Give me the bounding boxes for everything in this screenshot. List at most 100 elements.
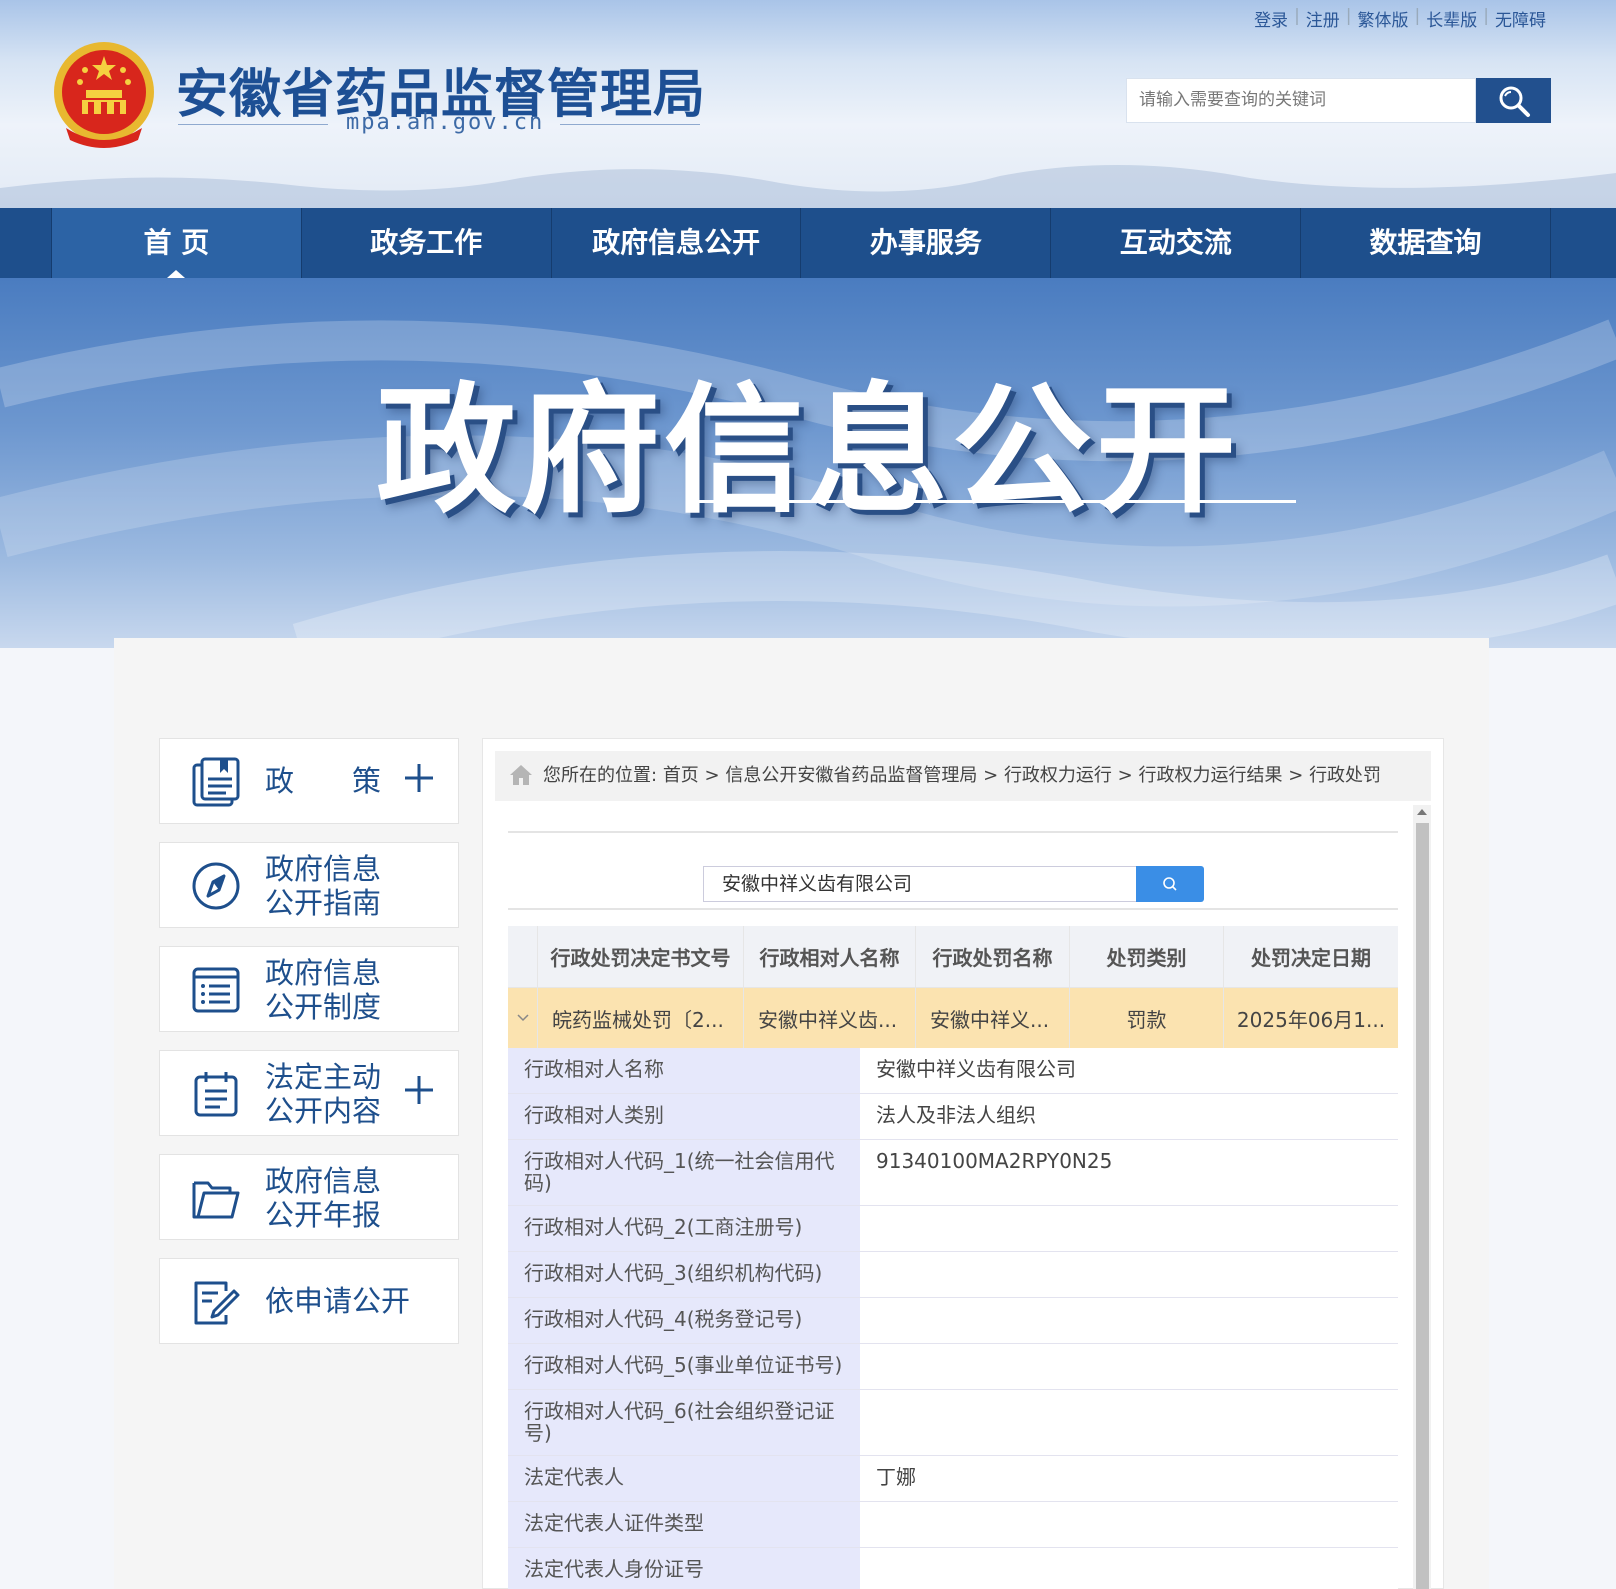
detail-value [860, 1502, 1398, 1547]
chevron-down-icon [516, 1014, 529, 1022]
divider [508, 831, 1398, 833]
detail-value [860, 1206, 1398, 1251]
search-input[interactable]: 请输入需要查询的关键词 [1126, 78, 1476, 123]
penalty-table: 行政处罚决定书文号 行政相对人名称 行政处罚名称 处罚类别 处罚决定日期 皖药监… [508, 926, 1398, 1048]
breadcrumb-item-home[interactable]: 首页 [663, 765, 699, 786]
nav-information-disclosure[interactable]: 政府信息公开 [552, 208, 802, 278]
search-button[interactable] [1476, 78, 1551, 123]
banner-title: 政府信息公开 [375, 370, 1240, 533]
breadcrumb-separator: > [983, 765, 999, 786]
cell-doc-number: 皖药监械处罚〔2... [538, 988, 744, 1048]
breadcrumb-item-power-results[interactable]: 行政权力运行结果 [1139, 765, 1283, 786]
detail-label: 行政相对人代码_2(工商注册号) [508, 1206, 860, 1251]
calendar-icon [194, 1072, 238, 1117]
sidebar-label-policy: 政 策 [265, 764, 382, 798]
breadcrumb-item-penalty[interactable]: 行政处罚 [1309, 765, 1381, 786]
breadcrumb-separator: > [704, 765, 720, 786]
sidebar-item-policy[interactable]: 政 策 [159, 738, 459, 824]
sidebar-label-system: 政府信息 公开制度 [265, 956, 382, 1024]
detail-row: 行政相对人类别 法人及非法人组织 [508, 1094, 1398, 1140]
sidebar-item-system[interactable]: 政府信息 公开制度 [159, 946, 459, 1032]
detail-value [860, 1252, 1398, 1297]
detail-value: 丁娜 [860, 1456, 1398, 1501]
sidebar-item-active-disclosure[interactable]: 法定主动 公开内容 [159, 1050, 459, 1136]
banner-underline [688, 500, 1296, 503]
detail-value [860, 1390, 1398, 1455]
edit-icon [194, 1281, 240, 1325]
detail-label: 行政相对人代码_3(组织机构代码) [508, 1252, 860, 1297]
nav-government-affairs[interactable]: 政务工作 [302, 208, 552, 278]
nav-home[interactable]: 首 页 [52, 208, 302, 278]
detail-label: 法定代表人证件类型 [508, 1502, 860, 1547]
domain-divider-left [178, 124, 328, 125]
detail-row: 行政相对人代码_1(统一社会信用代码) 91340100MA2RPY0N25 [508, 1140, 1398, 1206]
breadcrumb-separator: > [1288, 765, 1304, 786]
domain-divider-right [560, 124, 700, 125]
login-link[interactable]: 登录 [1248, 6, 1294, 31]
banner: 政府信息公开 [0, 278, 1616, 648]
nav-services[interactable]: 办事服务 [801, 208, 1052, 278]
detail-row: 法定代表人证件类型 [508, 1502, 1398, 1548]
detail-label: 行政相对人类别 [508, 1094, 860, 1139]
company-search-button[interactable] [1136, 866, 1204, 902]
home-icon [510, 765, 532, 785]
expand-column-header [508, 926, 538, 987]
site-domain: mpa.ah.gov.cn [346, 110, 545, 135]
detail-label: 行政相对人代码_4(税务登记号) [508, 1298, 860, 1343]
sidebar-label-active-disclosure: 法定主动 公开内容 [265, 1060, 382, 1128]
table-row[interactable]: 皖药监械处罚〔2... 安徽中祥义齿... 安徽中祥义... 罚款 2025年0… [508, 988, 1398, 1048]
plus-icon[interactable] [402, 1073, 436, 1107]
detail-row: 行政相对人代码_3(组织机构代码) [508, 1252, 1398, 1298]
breadcrumb: 您所在的位置: 首页 > 信息公开安徽省药品监督管理局 > 行政权力运行 > 行… [495, 751, 1431, 801]
detail-row: 行政相对人代码_4(税务登记号) [508, 1298, 1398, 1344]
sidebar-item-application[interactable]: 依申请公开 [159, 1258, 459, 1344]
main-nav: 首 页 政务工作 政府信息公开 办事服务 互动交流 数据查询 [0, 208, 1616, 278]
breadcrumb-item-disclosure[interactable]: 信息公开安徽省药品监督管理局 [725, 765, 977, 786]
table-header: 行政处罚决定书文号 行政相对人名称 行政处罚名称 处罚类别 处罚决定日期 [508, 926, 1398, 988]
detail-row: 行政相对人代码_6(社会组织登记证号) [508, 1390, 1398, 1456]
sidebar-item-annual-report[interactable]: 政府信息 公开年报 [159, 1154, 459, 1240]
national-emblem-icon [54, 42, 154, 148]
register-link[interactable]: 注册 [1300, 6, 1346, 31]
cell-party-name: 安徽中祥义齿... [744, 988, 916, 1048]
detail-label: 行政相对人名称 [508, 1048, 860, 1093]
detail-row: 行政相对人名称 安徽中祥义齿有限公司 [508, 1048, 1398, 1094]
detail-label: 行政相对人代码_1(统一社会信用代码) [508, 1140, 860, 1205]
plus-icon[interactable] [402, 761, 436, 795]
elderly-mode-link[interactable]: 长辈版 [1420, 6, 1483, 31]
detail-value: 安徽中祥义齿有限公司 [860, 1048, 1398, 1093]
list-icon [192, 967, 240, 1013]
column-header-penalty-type: 处罚类别 [1070, 926, 1224, 987]
detail-label: 法定代表人身份证号 [508, 1548, 860, 1589]
detail-value [860, 1548, 1398, 1589]
accessibility-link[interactable]: 无障碍 [1489, 6, 1552, 31]
nav-data-query[interactable]: 数据查询 [1301, 208, 1551, 278]
collapse-row-toggle[interactable] [508, 988, 538, 1048]
column-header-doc-number: 行政处罚决定书文号 [538, 926, 744, 987]
document-icon [192, 757, 240, 807]
traditional-chinese-link[interactable]: 繁体版 [1352, 6, 1415, 31]
nav-interaction[interactable]: 互动交流 [1051, 208, 1302, 278]
detail-value: 法人及非法人组织 [860, 1094, 1398, 1139]
detail-label: 行政相对人代码_5(事业单位证书号) [508, 1344, 860, 1389]
scrollbar-thumb[interactable] [1416, 823, 1429, 1589]
scroll-up-arrow-icon[interactable] [1417, 809, 1427, 815]
sidebar-label-application: 依申请公开 [265, 1284, 411, 1318]
mountain-decoration [0, 164, 1616, 208]
detail-table: 行政相对人名称 安徽中祥义齿有限公司 行政相对人类别 法人及非法人组织 行政相对… [508, 1048, 1398, 1589]
company-search-input[interactable]: 安徽中祥义齿有限公司 [703, 866, 1136, 902]
main-container: 政 策 政府信息 公开指南 政府信息 公开制度 法定主动 公开内容 政府信息 公… [114, 638, 1489, 1589]
site-header: 登录 | 注册 | 繁体版 | 长辈版 | 无障碍 安徽省药品监督管理局 mpa.ah.… [0, 0, 1616, 208]
search-icon [1163, 877, 1177, 891]
breadcrumb-prefix: 您所在的位置: [543, 765, 658, 786]
detail-row: 法定代表人 丁娜 [508, 1456, 1398, 1502]
breadcrumb-item-power-operation[interactable]: 行政权力运行 [1004, 765, 1112, 786]
sidebar-label-annual-report: 政府信息 公开年报 [265, 1164, 382, 1232]
detail-row: 行政相对人代码_5(事业单位证书号) [508, 1344, 1398, 1390]
detail-value [860, 1344, 1398, 1389]
cell-penalty-type: 罚款 [1070, 988, 1224, 1048]
sidebar-item-guide[interactable]: 政府信息 公开指南 [159, 842, 459, 928]
divider [508, 908, 1398, 910]
sidebar-label-guide: 政府信息 公开指南 [265, 852, 382, 920]
detail-label: 行政相对人代码_6(社会组织登记证号) [508, 1390, 860, 1455]
